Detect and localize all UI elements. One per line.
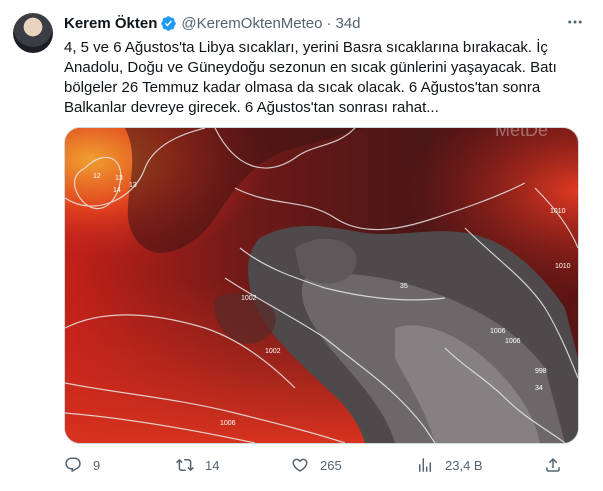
weather-map: 12 13 14 13 1002 1002 1006 1006 1010 101… [65,128,578,443]
map-watermark: MetDe [495,128,548,140]
share-icon [546,457,560,472]
retweet-button[interactable]: 14 [176,456,219,474]
map-label: 998 [535,368,547,375]
map-label: 12 [93,173,101,180]
views-button[interactable]: 23,4 B [416,456,483,474]
timestamp[interactable]: 34d [336,15,361,32]
like-count: 265 [320,457,342,473]
retweet-icon [176,458,194,472]
retweet-count: 14 [205,457,220,473]
verified-badge-icon [161,15,177,31]
author-name[interactable]: Kerem Ökten [64,15,157,32]
tweet-text: 4, 5 ve 6 Ağustos'ta Libya sıcakları, ye… [64,39,561,116]
tweet[interactable]: Kerem Ökten @KeremOktenMeteo · 34d 4, 5 … [0,0,603,491]
map-label: 14 [113,187,121,194]
map-label: 1010 [550,208,566,215]
map-label: 1010 [555,263,571,270]
map-label: 1002 [241,295,257,302]
reply-icon [65,457,81,473]
map-label: 1006 [505,338,521,345]
map-label: 35 [400,283,408,290]
heart-icon [292,458,308,472]
views-chart-icon [419,458,431,472]
map-label: 1006 [220,420,236,427]
author-handle[interactable]: @KeremOktenMeteo [181,15,322,32]
reply-count: 9 [93,457,101,473]
map-label: 1006 [490,328,506,335]
map-label: 34 [535,385,543,392]
like-button[interactable]: 265 [291,456,342,474]
map-label: 13 [129,182,137,189]
reply-button[interactable]: 9 [64,456,100,474]
separator-dot: · [326,14,332,32]
share-button[interactable] [544,456,562,474]
map-label: 1002 [265,348,281,355]
avatar[interactable] [13,13,53,53]
tweet-actions: 9 14 265 23,4 B [64,456,584,478]
tweet-header: Kerem Ökten @KeremOktenMeteo · 34d [64,13,361,33]
views-count: 23,4 B [445,457,483,473]
more-options-icon[interactable] [565,12,585,32]
map-label: 13 [115,175,123,182]
weather-map-image[interactable]: 12 13 14 13 1002 1002 1006 1006 1010 101… [64,127,579,444]
